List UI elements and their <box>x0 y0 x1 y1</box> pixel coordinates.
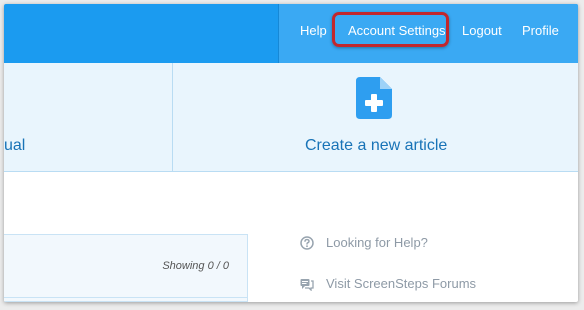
action-tiles: ual Create a new article <box>4 63 578 172</box>
articles-panel: Showing 0 / 0 <box>4 234 248 302</box>
nav-help-link[interactable]: Help <box>300 23 327 39</box>
create-article-label[interactable]: Create a new article <box>305 136 447 156</box>
panel-divider <box>4 297 248 298</box>
nav-profile-link[interactable]: Profile <box>522 23 559 39</box>
looking-for-help-label: Looking for Help? <box>326 235 428 250</box>
new-document-icon[interactable] <box>356 77 392 119</box>
tile-divider <box>172 63 173 171</box>
account-settings-highlight <box>332 12 449 47</box>
visit-forums-label: Visit ScreenSteps Forums <box>326 276 477 291</box>
question-circle-icon <box>300 236 314 250</box>
nav-logout-link[interactable]: Logout <box>462 23 502 39</box>
showing-count: Showing 0 / 0 <box>162 260 229 272</box>
top-bar: Help Account Settings Logout Profile <box>4 4 578 63</box>
screenshot-frame: Help Account Settings Logout Profile ual… <box>4 4 578 302</box>
tile-manual-label[interactable]: ual <box>4 136 25 156</box>
chat-bubbles-icon <box>300 277 314 292</box>
